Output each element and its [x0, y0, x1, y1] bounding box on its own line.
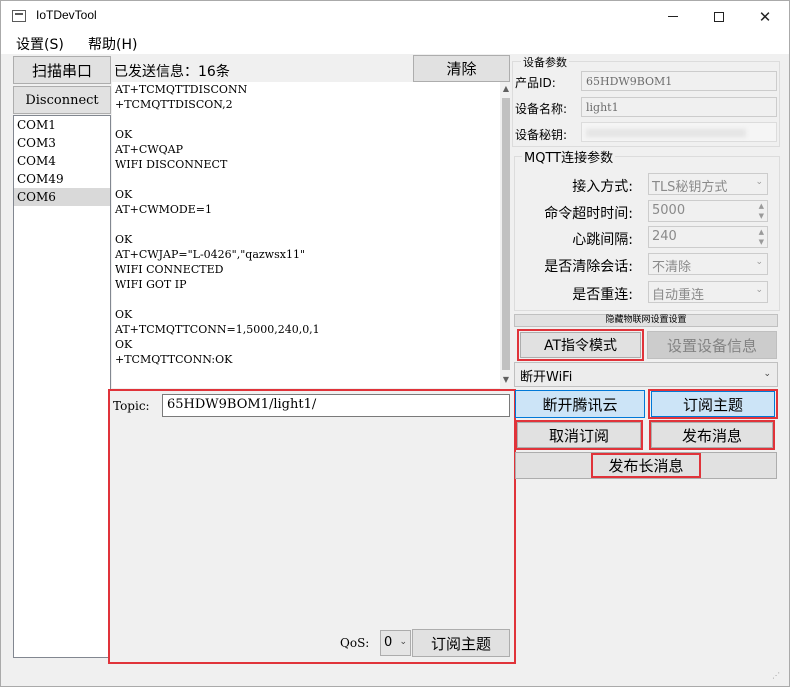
access-mode-label: 接入方式:	[572, 179, 633, 195]
title-bar: IoTDevTool ✕	[1, 1, 789, 32]
chevron-down-icon: ⌄	[755, 177, 763, 187]
wifi-combo[interactable]: 断开WiFi ⌄	[514, 362, 778, 387]
scan-ports-button[interactable]: 扫描串口	[13, 56, 111, 84]
sent-count-label: 已发送信息：16条	[114, 64, 230, 80]
cmd-timeout-value: 5000	[652, 203, 686, 218]
minimize-icon	[668, 16, 678, 17]
port-item-com49[interactable]: COM49	[14, 170, 110, 188]
heartbeat-spinbox[interactable]: 240 ▲ ▼	[648, 226, 768, 248]
spin-arrows-icon[interactable]: ▲ ▼	[759, 227, 764, 247]
scroll-down-icon[interactable]: ▼	[502, 375, 510, 384]
log-output[interactable]: AT+TCMQTTDISCONN +TCMQTTDISCON,2 OK AT+C…	[112, 82, 512, 388]
scroll-up-icon[interactable]: ▲	[502, 84, 510, 93]
at-mode-button[interactable]: AT指令模式	[520, 332, 641, 358]
cmd-timeout-label: 命令超时时间:	[544, 206, 633, 222]
panel-subscribe-button[interactable]: 订阅主题	[412, 629, 510, 657]
close-button[interactable]: ✕	[742, 1, 788, 32]
disconnect-button[interactable]: Disconnect	[13, 86, 111, 114]
reconnect-value: 自动重连	[652, 288, 705, 303]
subscribe-topic-button[interactable]: 订阅主题	[651, 391, 775, 417]
device-name-label: 设备名称:	[515, 102, 568, 116]
access-mode-value: TLS秘钥方式	[652, 180, 728, 195]
qos-label: QoS:	[340, 636, 370, 650]
publish-button[interactable]: 发布消息	[651, 422, 773, 448]
maximize-icon	[714, 11, 724, 22]
product-id-field[interactable]: 65HDW9BOM1	[581, 71, 777, 91]
wifi-combo-value: 断开WiFi	[520, 370, 573, 385]
set-device-info-button[interactable]: 设置设备信息	[647, 331, 777, 359]
close-icon: ✕	[758, 7, 772, 26]
cmd-timeout-spinbox[interactable]: 5000 ▲ ▼	[648, 200, 768, 222]
spin-arrows-icon[interactable]: ▲ ▼	[759, 201, 764, 221]
heartbeat-label: 心跳间隔:	[572, 232, 633, 248]
port-item-com4[interactable]: COM4	[14, 152, 110, 170]
menu-help[interactable]: 帮助(H)	[88, 34, 137, 54]
clean-session-value: 不清除	[652, 260, 692, 275]
scroll-thumb[interactable]	[502, 98, 510, 370]
chevron-down-icon: ⌄	[755, 257, 763, 267]
topic-input[interactable]: 65HDW9BOM1/light1/	[162, 394, 510, 417]
log-text: AT+TCMQTTDISCONN +TCMQTTDISCON,2 OK AT+C…	[115, 83, 320, 366]
app-window: IoTDevTool ✕ 设置(S) 帮助(H) 扫描串口 Disconnect…	[0, 0, 790, 687]
window-title: IoTDevTool	[36, 8, 97, 22]
access-mode-select[interactable]: TLS秘钥方式 ⌄	[648, 173, 768, 195]
menu-settings[interactable]: 设置(S)	[16, 34, 64, 54]
reconnect-select[interactable]: 自动重连 ⌄	[648, 281, 768, 303]
mqtt-params-title: MQTT连接参数	[522, 147, 616, 166]
topic-panel	[109, 390, 515, 663]
clean-session-label: 是否清除会话:	[544, 259, 633, 275]
minimize-button[interactable]	[650, 1, 696, 32]
redacted-secret	[586, 129, 746, 137]
qos-value: 0	[384, 635, 393, 650]
port-item-com6[interactable]: COM6	[14, 188, 110, 206]
reconnect-label: 是否重连:	[572, 287, 633, 303]
resize-grip-icon[interactable]: ⋰	[772, 671, 780, 680]
chevron-down-icon: ⌄	[399, 637, 407, 647]
clean-session-select[interactable]: 不清除 ⌄	[648, 253, 768, 275]
product-id-label: 产品ID:	[515, 76, 556, 90]
chevron-down-icon: ⌄	[755, 285, 763, 295]
device-secret-label: 设备秘钥:	[515, 128, 568, 142]
port-item-com3[interactable]: COM3	[14, 134, 110, 152]
topic-label: Topic:	[113, 399, 150, 413]
disconnect-cloud-button[interactable]: 断开腾讯云	[515, 390, 645, 418]
unsubscribe-button[interactable]: 取消订阅	[517, 422, 641, 448]
heartbeat-value: 240	[652, 229, 677, 244]
maximize-button[interactable]	[696, 1, 742, 32]
chevron-down-icon: ⌄	[763, 369, 771, 379]
menu-bar: 设置(S) 帮助(H)	[1, 32, 789, 54]
port-item-com1[interactable]: COM1	[14, 116, 110, 134]
clear-button[interactable]: 清除	[413, 55, 510, 82]
device-secret-field[interactable]	[581, 122, 777, 142]
log-scrollbar[interactable]: ▲ ▼	[500, 82, 512, 388]
hide-iot-settings-button[interactable]: 隐藏物联网设置设置	[514, 314, 778, 327]
device-name-field[interactable]: light1	[581, 97, 777, 117]
port-list[interactable]: COM1 COM3 COM4 COM49 COM6	[13, 115, 111, 658]
publish-long-button[interactable]: 发布长消息	[515, 452, 777, 479]
app-icon	[12, 10, 26, 22]
device-params-title: 设备参数	[521, 54, 569, 70]
qos-select[interactable]: 0 ⌄	[380, 630, 411, 656]
